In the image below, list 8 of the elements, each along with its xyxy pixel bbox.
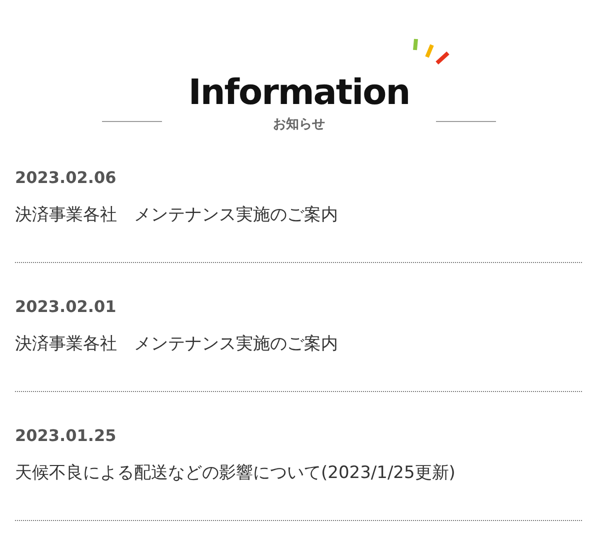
news-date: 2023.02.01 [15,296,118,318]
news-link[interactable]: 決済事業各社 メンテナンス実施のご案内 [15,330,582,358]
section-title: Information [188,73,410,113]
section-subtitle: お知らせ [272,116,325,134]
news-link[interactable]: 天候不良による配送などの影響について(2023/1/25更新) [15,459,582,487]
news-date: 2023.02.06 [15,167,118,189]
news-date: 2023.01.25 [15,425,118,447]
news-link[interactable]: 決済事業各社 メンテナンス実施のご案内 [15,201,582,229]
